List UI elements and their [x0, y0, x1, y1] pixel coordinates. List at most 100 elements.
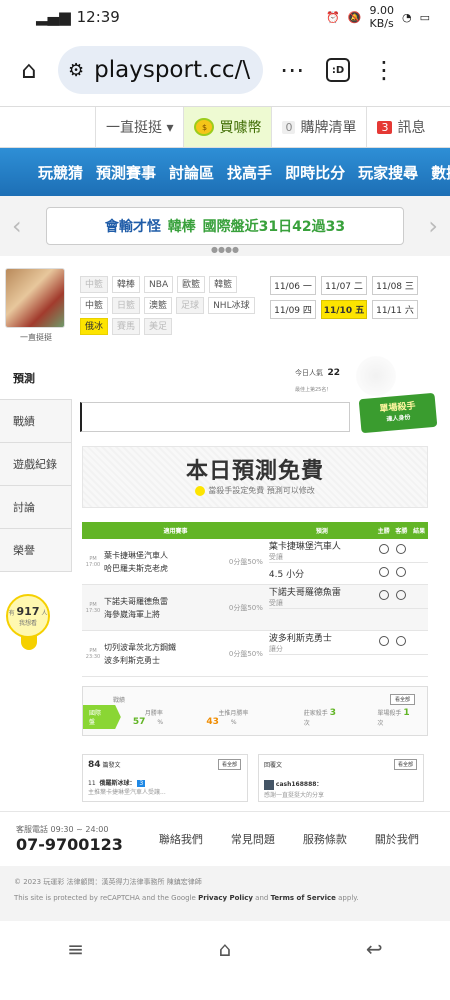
messages-button[interactable]: 3 訊息 — [366, 107, 435, 147]
nav-item[interactable]: 討論區 — [169, 162, 214, 183]
ball-icon — [195, 485, 206, 496]
footer-link[interactable]: 關於我們 — [375, 831, 419, 847]
league-chip[interactable]: 中籃 — [80, 276, 109, 293]
col-header: 主勝 — [374, 522, 393, 539]
date-button[interactable]: 11/06 一 — [270, 276, 316, 295]
back-icon[interactable]: ↩ — [366, 937, 383, 961]
share-icon[interactable]: ⋯ — [275, 53, 309, 87]
service-phone: 客服電話 09:30 ~ 24:00 07-9700123 — [16, 825, 123, 854]
clock: 12:39 — [76, 8, 120, 26]
nav-item[interactable]: 找高手 — [227, 162, 272, 183]
tab-discussion[interactable]: 討論 — [0, 486, 72, 529]
league-chip[interactable]: 足球 — [176, 297, 205, 314]
league-chip[interactable]: 美足 — [144, 318, 173, 335]
market-pill: 國際盤 — [83, 705, 121, 729]
net-speed: 9.00 KB/s — [369, 4, 394, 30]
pick-option: 4.5 小分 — [268, 562, 375, 585]
post-item[interactable]: 11 俄羅斯冰球： 3 主推葉卡捷琳堡汽車人受讓... — [88, 778, 242, 796]
replies-box: 回覆文 看全部 cash168888： 感謝一直挺挺大的分享 — [258, 754, 424, 802]
date-button[interactable]: 11/08 三 — [372, 276, 418, 295]
over-radio[interactable] — [378, 567, 389, 577]
nav-item[interactable]: 預測賽事 — [96, 162, 156, 183]
bulb-icon[interactable]: 有 917 人我想看 — [6, 594, 50, 650]
status-bar: ▂▄▆ 12:39 ⏰ 🔕 9.00 KB/s ◔ ▭ — [0, 0, 450, 34]
ticker-item[interactable]: 會輸才怪 韓棒 國際盤近31日42過33 — [46, 207, 404, 245]
home-button-icon[interactable]: ⌂ — [219, 937, 232, 961]
odds-pct: 0分盤50% — [209, 630, 269, 677]
tab-honor[interactable]: 榮譽 — [0, 529, 72, 572]
tab-record[interactable]: 戰績 — [0, 400, 72, 443]
league-chip[interactable]: 韓棒 — [112, 276, 141, 293]
league-chip[interactable]: 韓籃 — [209, 276, 238, 293]
prediction-input[interactable] — [80, 402, 350, 432]
league-chip[interactable]: 歐籃 — [177, 276, 206, 293]
carousel-dots: ●●●● — [211, 245, 239, 254]
replies-more-button[interactable]: 看全部 — [393, 759, 417, 770]
user-dropdown[interactable]: 一直挺挺 ▾ — [95, 107, 183, 147]
mute-icon: 🔕 — [347, 10, 362, 24]
date-picker: 11/06 一 11/07 二 11/08 三 11/09 四 11/10 五 11/11… — [270, 276, 420, 319]
date-button[interactable]: 11/10 五 — [321, 300, 367, 319]
bulb-base — [21, 636, 37, 650]
purchase-list-button[interactable]: 0 購牌清單 — [271, 107, 366, 147]
tab-game-history[interactable]: 遊戲紀錄 — [0, 443, 72, 486]
avatar[interactable] — [5, 268, 65, 328]
league-chip[interactable]: 中籃 — [80, 297, 109, 314]
ticker: ‹ 會輸才怪 韓棒 國際盤近31日42過33 › ●●●● — [0, 196, 450, 256]
home-win-rate: 主推月勝率 43% — [206, 709, 249, 727]
league-chip[interactable]: NHL冰球 — [208, 297, 255, 314]
home-icon[interactable]: ⌂ — [12, 53, 46, 87]
date-button[interactable]: 11/11 六 — [372, 300, 418, 319]
footer-link[interactable]: 常見問題 — [231, 831, 275, 847]
sidebar: 一直挺挺 預測 戰績 遊戲紀錄 討論 榮譽 有 917 人我想看 — [0, 268, 72, 650]
away-radio[interactable] — [396, 544, 407, 554]
footer-link[interactable]: 服務條款 — [303, 831, 347, 847]
tab-predict[interactable]: 預測 — [0, 357, 72, 400]
tab-switcher-button[interactable]: :D — [321, 53, 355, 87]
odds-pct: 0分盤50% — [209, 584, 269, 631]
mascot-shadow — [356, 356, 396, 396]
record-more-button[interactable]: 看全部 — [389, 694, 415, 705]
nav-item[interactable]: 玩競猜 — [38, 162, 83, 183]
away-radio[interactable] — [396, 590, 407, 600]
date-button[interactable]: 11/09 四 — [270, 300, 316, 319]
home-radio[interactable] — [378, 544, 389, 554]
league-chip[interactable]: 澳籃 — [144, 297, 173, 314]
nav-item[interactable]: 玩家搜尋 — [358, 162, 418, 183]
terms-link[interactable]: Terms of Service — [271, 894, 336, 902]
posts-more-button[interactable]: 看全部 — [217, 759, 241, 770]
posts-section: 84 篇發文 看全部 11 俄羅斯冰球： 3 主推葉卡捷琳堡汽車人受讓... 回覆… — [82, 754, 424, 802]
today-popularity: 今日人氣 22 — [295, 368, 340, 378]
nav-item[interactable]: 即時比分 — [285, 162, 345, 183]
android-nav-bar: ≡ ⌂ ↩ — [0, 921, 450, 976]
chevron-left-icon[interactable]: ‹ — [12, 212, 22, 240]
league-chip[interactable]: 俄冰 — [80, 318, 109, 335]
more-menu-icon[interactable]: ⋮ — [367, 53, 401, 87]
battery-icon: ▭ — [419, 10, 430, 24]
url-text: playsport.cc/\ — [94, 57, 251, 83]
away-radio[interactable] — [396, 636, 407, 646]
league-chip[interactable]: NBA — [144, 276, 174, 293]
recent-apps-icon[interactable]: ≡ — [67, 937, 84, 961]
col-header: 客勝 — [392, 522, 411, 539]
privacy-link[interactable]: Privacy Policy — [198, 894, 253, 902]
profile-name: 一直挺挺 — [20, 333, 52, 342]
col-header: 預測 — [268, 522, 375, 539]
pick-option: 波多利斯克勇士 讓分 — [268, 630, 375, 655]
footer-link[interactable]: 聯絡我們 — [159, 831, 203, 847]
site-settings-icon[interactable]: ⚙ — [68, 60, 84, 81]
prediction-table: 適用賽事 預測 主勝 客勝 結果 PM 17:00 葉卡捷琳堡汽車人 哈巴羅夫斯克老… — [82, 522, 428, 677]
reply-item[interactable]: cash168888： 感謝一直挺挺大的分享 — [264, 779, 418, 799]
address-bar[interactable]: ⚙ playsport.cc/\ — [58, 46, 263, 94]
date-button[interactable]: 11/07 二 — [321, 276, 367, 295]
coins-button[interactable]: $ 買噱幣 — [183, 107, 272, 147]
under-radio[interactable] — [396, 567, 407, 577]
win-rate: 月勝率 57% — [132, 709, 164, 727]
home-radio[interactable] — [378, 590, 389, 600]
league-chip[interactable]: 日籃 — [112, 297, 141, 314]
home-radio[interactable] — [378, 636, 389, 646]
league-chip[interactable]: 賽馬 — [112, 318, 141, 335]
record-label: 戰績 — [113, 697, 126, 704]
nav-item[interactable]: 數據 — [431, 162, 450, 183]
chevron-right-icon[interactable]: › — [428, 212, 438, 240]
